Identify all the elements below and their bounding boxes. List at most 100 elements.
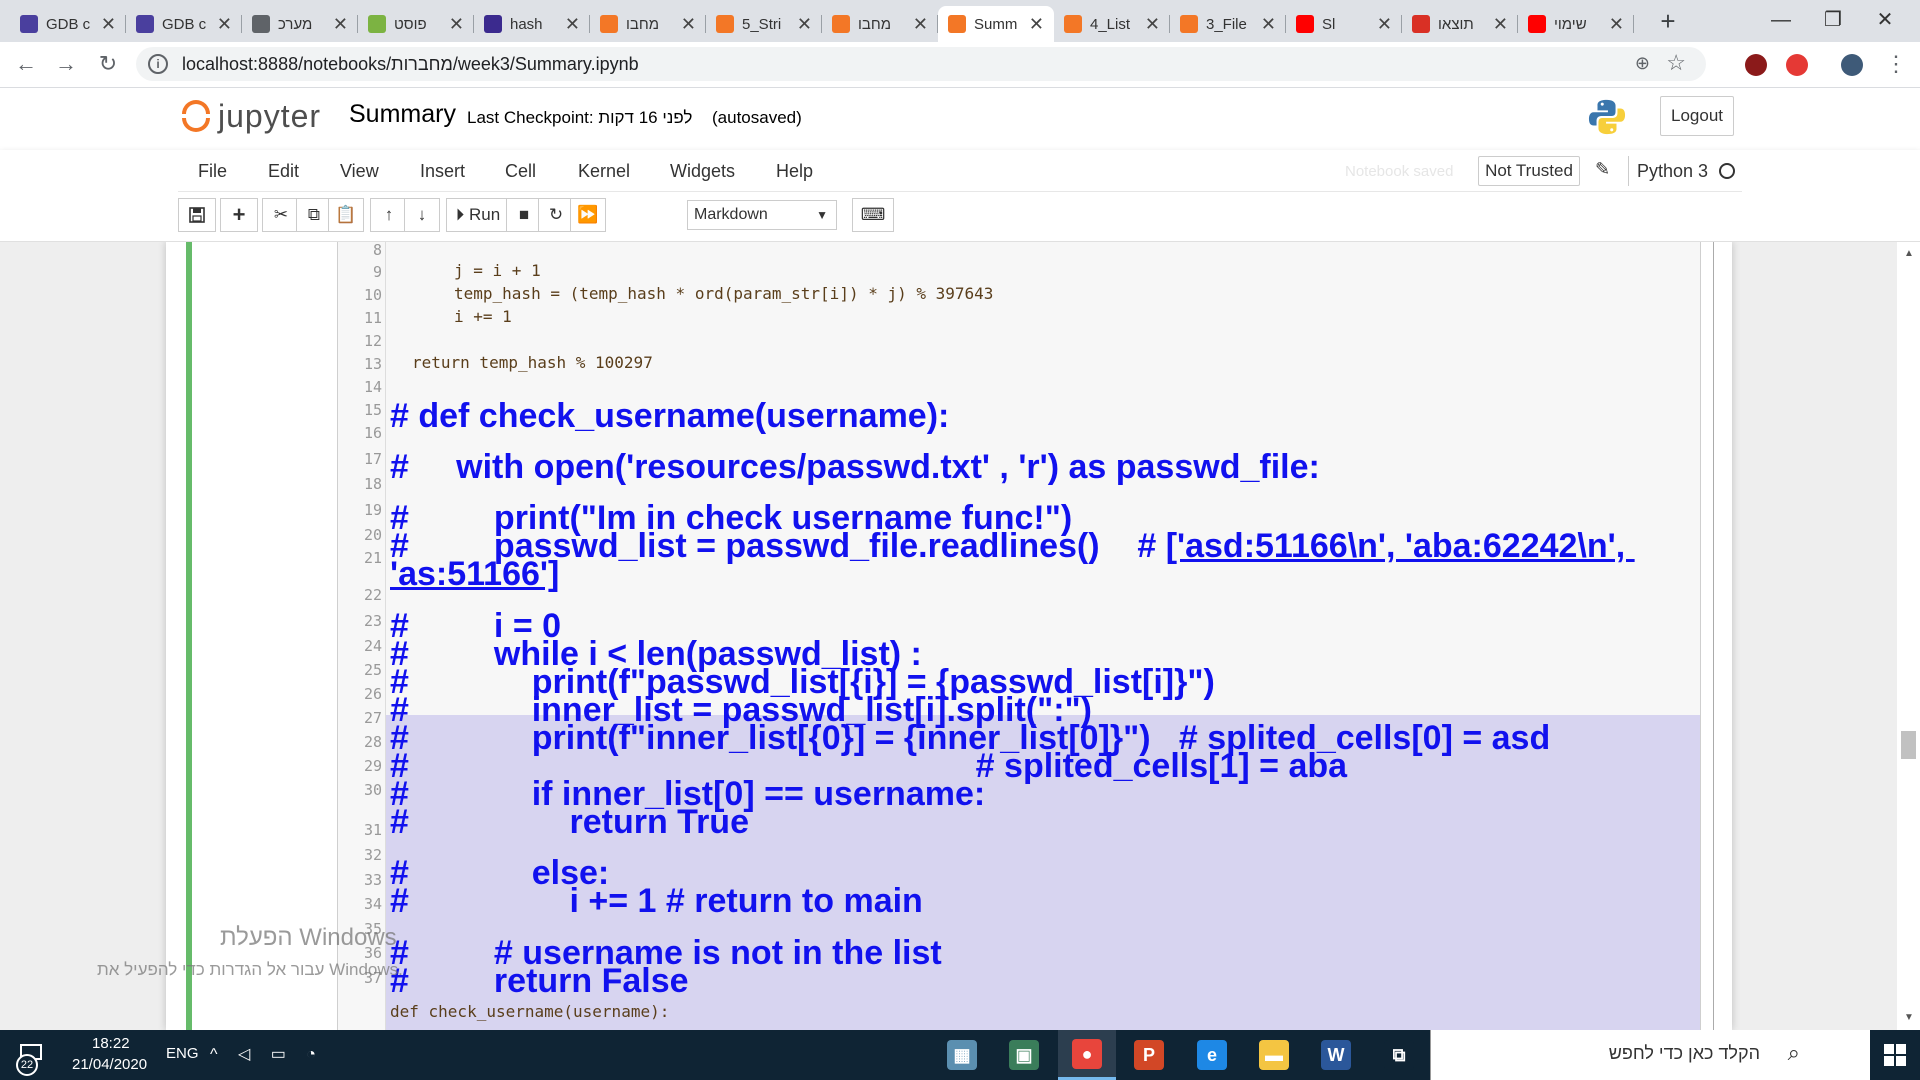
browser-tab[interactable]: מערכ ✕ <box>242 6 358 42</box>
close-window-button[interactable]: ✕ <box>1862 0 1908 40</box>
back-button[interactable]: ← <box>12 50 40 78</box>
taskbar-app[interactable]: ▦ <box>933 1030 991 1080</box>
adblock-extension-icon[interactable] <box>1786 54 1808 76</box>
scroll-down-arrow-icon[interactable]: ▼ <box>1904 1012 1914 1023</box>
menu-view[interactable]: View <box>340 161 379 182</box>
close-icon[interactable]: ✕ <box>333 14 348 35</box>
close-icon[interactable]: ✕ <box>1029 14 1044 35</box>
taskbar-app[interactable]: ● <box>1058 1030 1116 1080</box>
save-button[interactable] <box>178 198 216 232</box>
bookmark-star-icon[interactable]: ☆ <box>1666 50 1686 76</box>
maximize-button[interactable]: ❐ <box>1810 0 1856 40</box>
restart-run-all-button[interactable]: ⏩ <box>570 198 606 232</box>
system-tray-icons[interactable]: ^ ◁ ▭ ◔ <box>210 1044 324 1064</box>
stop-button[interactable]: ■ <box>506 198 542 232</box>
browser-tab[interactable]: תוצאו ✕ <box>1402 6 1518 42</box>
close-icon[interactable]: ✕ <box>1261 14 1276 35</box>
command-palette-button[interactable]: ⌨ <box>852 198 894 232</box>
cell-type-value: Markdown <box>694 206 768 223</box>
close-icon[interactable]: ✕ <box>681 14 696 35</box>
menu-insert[interactable]: Insert <box>420 161 465 182</box>
close-icon[interactable]: ✕ <box>1377 14 1392 35</box>
md-link[interactable]: ['asd:51166\n', 'aba:62242\n', <box>1166 527 1635 565</box>
new-tab-button[interactable]: + <box>1656 6 1680 37</box>
close-icon[interactable]: ✕ <box>101 14 116 35</box>
minimize-button[interactable]: — <box>1758 0 1804 40</box>
tab-label: מחבו <box>626 15 660 33</box>
close-icon[interactable]: ✕ <box>797 14 812 35</box>
menu-widgets[interactable]: Widgets <box>670 161 735 182</box>
close-icon[interactable]: ✕ <box>217 14 232 35</box>
restart-button[interactable]: ↻ <box>538 198 574 232</box>
browser-tab[interactable]: 3_File ✕ <box>1170 6 1286 42</box>
url-text[interactable]: localhost:8888/notebooks/מחברות/week3/Su… <box>182 54 639 75</box>
chrome-menu-icon[interactable]: ⋮ <box>1882 50 1910 78</box>
language-indicator[interactable]: ENG <box>166 1045 199 1062</box>
ublock-extension-icon[interactable] <box>1745 54 1767 76</box>
profile-avatar[interactable] <box>1841 54 1863 76</box>
taskbar-app[interactable]: W <box>1307 1030 1365 1080</box>
browser-tab[interactable]: Summ ✕ <box>938 6 1054 42</box>
close-icon[interactable]: ✕ <box>1493 14 1508 35</box>
kernel-name[interactable]: Python 3 <box>1637 161 1708 182</box>
close-icon[interactable]: ✕ <box>1145 14 1160 35</box>
browser-tab[interactable]: מחבו ✕ <box>590 6 706 42</box>
menu-kernel[interactable]: Kernel <box>578 161 630 182</box>
reload-button[interactable]: ↻ <box>94 50 122 78</box>
taskbar-app[interactable]: ▣ <box>995 1030 1053 1080</box>
cell-type-select[interactable]: Markdown ▼ <box>687 200 837 230</box>
run-button[interactable]: ⏵ Run <box>446 198 510 232</box>
browser-tab[interactable]: מחבו ✕ <box>822 6 938 42</box>
browser-tab[interactable]: שימוי ✕ <box>1518 6 1634 42</box>
taskbar-search[interactable]: הקלד כאן כדי לחפש ⌕ <box>1430 1030 1870 1080</box>
move-up-button[interactable]: ↑ <box>370 198 408 232</box>
move-down-button[interactable]: ↓ <box>404 198 440 232</box>
menu-help[interactable]: Help <box>776 161 813 182</box>
browser-tab[interactable]: GDB c ✕ <box>10 6 126 42</box>
info-icon[interactable]: i <box>148 54 168 74</box>
menu-edit[interactable]: Edit <box>268 161 299 182</box>
line-number: 13 <box>363 355 382 373</box>
md-line[interactable]: 'as:51166'] <box>390 555 559 594</box>
notebook-save-status: Notebook saved <box>1345 163 1454 180</box>
line-number: 31 <box>363 821 382 839</box>
code-editor[interactable]: 8 9 10 11 12 13 14 15 16 17 18 19 20 21 22 23 24 25 26 27 28… <box>337 242 1701 1030</box>
forward-button[interactable]: → <box>52 50 80 78</box>
clock-time[interactable]: 18:22 <box>92 1035 130 1052</box>
menu-cell[interactable]: Cell <box>505 161 536 182</box>
close-icon[interactable]: ✕ <box>913 14 928 35</box>
add-cell-button[interactable]: + <box>220 198 258 232</box>
logout-button[interactable]: Logout <box>1660 96 1734 136</box>
paste-button[interactable]: 📋 <box>328 198 364 232</box>
action-center-button[interactable]: 22 <box>16 1042 46 1076</box>
taskbar-app[interactable]: ▬ <box>1245 1030 1303 1080</box>
cut-button[interactable]: ✂ <box>262 198 300 232</box>
notebook-name[interactable]: Summary <box>349 100 456 129</box>
browser-tab[interactable]: פוסט ✕ <box>358 6 474 42</box>
browser-tab[interactable]: Sl ✕ <box>1286 6 1402 42</box>
menu-file[interactable]: File <box>198 161 227 182</box>
close-icon[interactable]: ✕ <box>1609 14 1624 35</box>
taskbar-app[interactable]: P <box>1120 1030 1178 1080</box>
page-scrollbar[interactable] <box>1897 242 1920 1030</box>
taskbar-app[interactable]: e <box>1183 1030 1241 1080</box>
explorer-icon: ▬ <box>1259 1040 1289 1070</box>
trust-button[interactable]: Not Trusted <box>1478 156 1580 186</box>
close-icon[interactable]: ✕ <box>565 14 580 35</box>
omnibox[interactable]: i localhost:8888/notebooks/מחברות/week3/… <box>136 47 1706 81</box>
browser-tab[interactable]: GDB c ✕ <box>126 6 242 42</box>
browser-tab[interactable]: 4_List ✕ <box>1054 6 1170 42</box>
start-button[interactable] <box>1870 1030 1920 1080</box>
copy-button[interactable]: ⧉ <box>296 198 332 232</box>
scrollbar-thumb[interactable] <box>1901 731 1916 759</box>
close-icon[interactable]: ✕ <box>449 14 464 35</box>
notebook-container: 8 9 10 11 12 13 14 15 16 17 18 19 20 21 22 23 24 25 26 27 28… <box>0 242 1920 1030</box>
scroll-up-arrow-icon[interactable]: ▲ <box>1904 248 1914 259</box>
browser-tab[interactable]: 5_Stri ✕ <box>706 6 822 42</box>
taskbar-app[interactable]: ⧉ <box>1370 1030 1428 1080</box>
jupyter-logo[interactable]: jupyter <box>180 96 321 136</box>
browser-tab[interactable]: hash ✕ <box>474 6 590 42</box>
zoom-icon[interactable]: ⊕ <box>1635 53 1650 74</box>
clock-date[interactable]: 21/04/2020 <box>72 1056 147 1073</box>
chrome-icon: ● <box>1072 1038 1102 1069</box>
